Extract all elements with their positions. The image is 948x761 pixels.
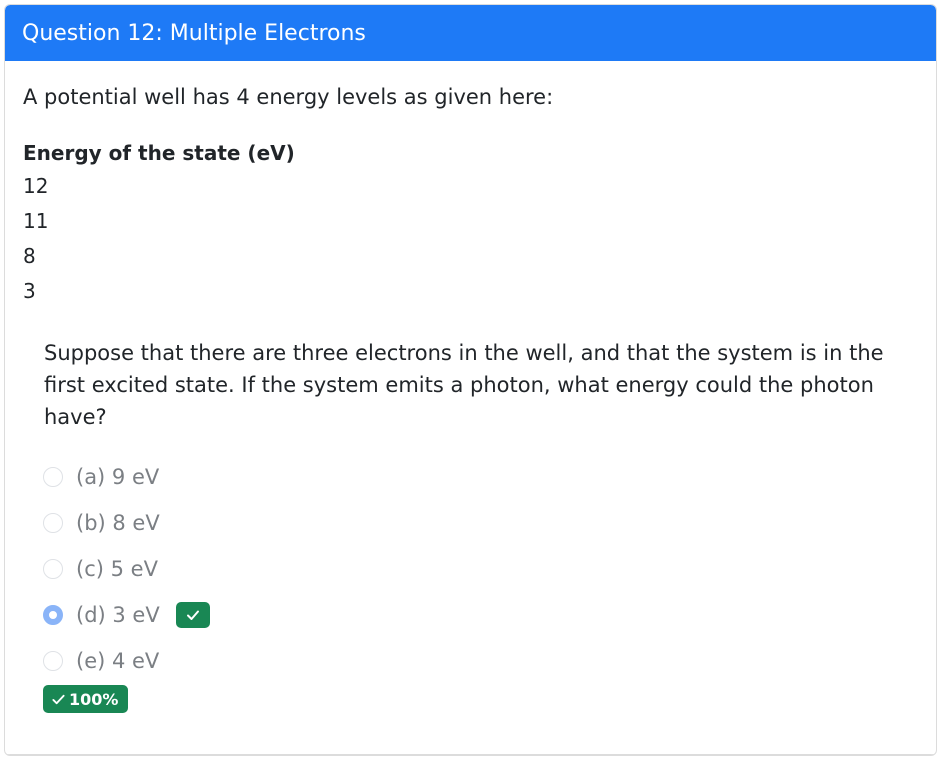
radio-button[interactable] xyxy=(43,513,63,533)
energy-table: Energy of the state (eV) 12 11 8 3 xyxy=(23,141,295,309)
divider xyxy=(5,754,936,755)
energy-table-header: Energy of the state (eV) xyxy=(23,141,295,165)
energy-value: 11 xyxy=(23,209,49,233)
option-label: (b) 8 eV xyxy=(76,511,160,535)
option-b[interactable]: (b) 8 eV xyxy=(43,500,210,546)
option-label: (d) 3 eV xyxy=(76,603,160,627)
option-label: (c) 5 eV xyxy=(76,557,158,581)
radio-button[interactable] xyxy=(43,559,63,579)
energy-value: 8 xyxy=(23,244,36,268)
answer-options: (a) 9 eV (b) 8 eV (c) 5 eV (d) 3 eV (e) … xyxy=(43,454,210,684)
question-header: Question 12: Multiple Electrons xyxy=(5,5,936,61)
option-e[interactable]: (e) 4 eV xyxy=(43,638,210,684)
question-card: Question 12: Multiple Electrons A potent… xyxy=(4,4,937,756)
problem-intro: A potential well has 4 energy levels as … xyxy=(23,85,554,109)
option-label: (a) 9 eV xyxy=(76,465,160,489)
score-value: 100% xyxy=(69,689,119,709)
option-c[interactable]: (c) 5 eV xyxy=(43,546,210,592)
check-icon xyxy=(186,610,199,620)
energy-value: 3 xyxy=(23,279,36,303)
check-icon xyxy=(52,694,65,704)
correct-badge xyxy=(175,602,210,628)
question-title: Question 12: Multiple Electrons xyxy=(22,20,366,46)
option-d[interactable]: (d) 3 eV xyxy=(43,592,210,638)
radio-button[interactable] xyxy=(43,651,63,671)
radio-button[interactable] xyxy=(43,467,63,487)
score-badge: 100% xyxy=(43,685,129,713)
radio-button-selected[interactable] xyxy=(43,605,63,625)
option-a[interactable]: (a) 9 eV xyxy=(43,454,210,500)
energy-value: 12 xyxy=(23,174,49,198)
question-text: Suppose that there are three electrons i… xyxy=(44,341,884,429)
option-label: (e) 4 eV xyxy=(76,649,160,673)
